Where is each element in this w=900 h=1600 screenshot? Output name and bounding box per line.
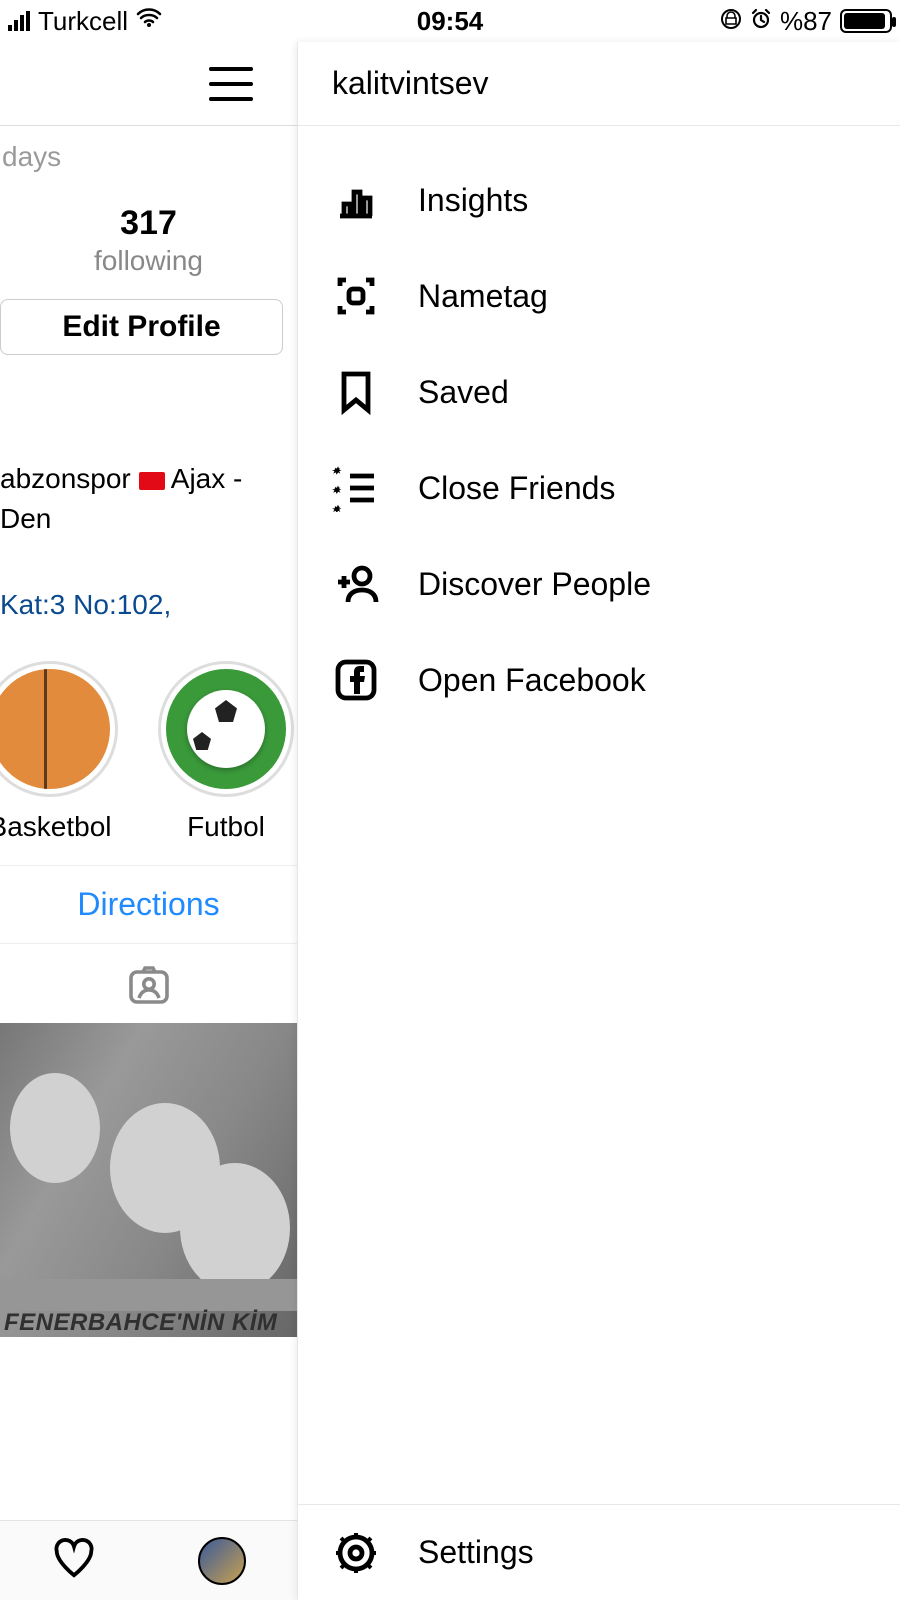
highlight-futbol[interactable]: Futbol: [158, 661, 294, 843]
post-thumbnail[interactable]: FENERBAHCE'NİN KİM: [0, 1023, 298, 1337]
following-count: 317: [0, 204, 297, 243]
carrier-label: Turkcell: [38, 6, 128, 37]
status-right: %87: [720, 6, 900, 37]
menu-label: Insights: [418, 182, 528, 219]
directions-link[interactable]: Directions: [77, 886, 219, 922]
status-bar: Turkcell 09:54 %87: [0, 0, 900, 42]
post-headline: FENERBAHCE'NİN KİM: [4, 1309, 277, 1337]
following-stat[interactable]: 317 following: [0, 188, 297, 277]
tagged-icon: [125, 960, 173, 1008]
screen: Turkcell 09:54 %87 days: [0, 0, 900, 1600]
profile-pane: days 317 following Edit Profile abzonspo…: [0, 42, 298, 1600]
discover-people-icon: [332, 560, 380, 608]
flag-tr-icon: [139, 472, 165, 490]
side-drawer: kalitvintsev Insights Nametag: [298, 42, 900, 1600]
menu-settings[interactable]: Settings: [298, 1504, 900, 1600]
edit-profile-button[interactable]: Edit Profile: [0, 299, 283, 355]
profile-header: [0, 42, 297, 126]
facebook-icon: [332, 656, 380, 704]
activity-icon[interactable]: [51, 1535, 97, 1586]
menu-close-friends[interactable]: Close Friends: [298, 440, 900, 536]
promotion-row: days: [0, 126, 297, 188]
profile-tab-avatar[interactable]: [198, 1537, 246, 1585]
tagged-tab[interactable]: [0, 944, 297, 1023]
post-banner: [0, 1279, 298, 1311]
soccer-icon: [166, 669, 286, 789]
menu-discover-people[interactable]: Discover People: [298, 536, 900, 632]
days-fragment: days: [2, 141, 61, 173]
menu-label: Saved: [418, 374, 509, 411]
menu-icon[interactable]: [209, 67, 253, 101]
basketball-icon: [0, 669, 110, 789]
clock: 09:54: [417, 6, 484, 37]
story-highlights: Basketbol Futbol: [0, 621, 297, 843]
menu-nametag[interactable]: Nametag: [298, 248, 900, 344]
status-left: Turkcell: [0, 6, 162, 37]
drawer-username: kalitvintsev: [298, 42, 900, 126]
bio-left: abzonspor: [0, 463, 131, 494]
settings-icon: [332, 1529, 380, 1577]
directions-row[interactable]: Directions: [0, 865, 297, 944]
signal-icon: [8, 11, 30, 31]
menu-label: Nametag: [418, 278, 548, 315]
highlight-label: Basketbol: [0, 811, 118, 843]
menu-open-facebook[interactable]: Open Facebook: [298, 632, 900, 728]
insights-icon: [332, 176, 380, 224]
highlight-basketbol[interactable]: Basketbol: [0, 661, 118, 843]
menu-label: Close Friends: [418, 470, 615, 507]
battery-icon: [840, 9, 892, 33]
address-link[interactable]: Kat:3 No:102,: [0, 539, 297, 621]
wifi-icon: [136, 7, 162, 35]
saved-icon: [332, 368, 380, 416]
menu-label: Discover People: [418, 566, 651, 603]
menu-insights[interactable]: Insights: [298, 152, 900, 248]
bio-text: abzonspor Ajax - Den: [0, 369, 297, 539]
settings-label: Settings: [418, 1534, 534, 1571]
rotation-lock-icon: [720, 6, 742, 37]
nametag-icon: [332, 272, 380, 320]
battery-percent: %87: [780, 6, 832, 37]
close-friends-icon: [332, 464, 380, 512]
drawer-menu: Insights Nametag Saved: [298, 126, 900, 728]
menu-saved[interactable]: Saved: [298, 344, 900, 440]
alarm-icon: [750, 6, 772, 37]
menu-label: Open Facebook: [418, 662, 646, 699]
panes: days 317 following Edit Profile abzonspo…: [0, 42, 900, 1600]
following-label: following: [0, 245, 297, 277]
highlight-label: Futbol: [158, 811, 294, 843]
bottom-nav: [0, 1520, 297, 1600]
